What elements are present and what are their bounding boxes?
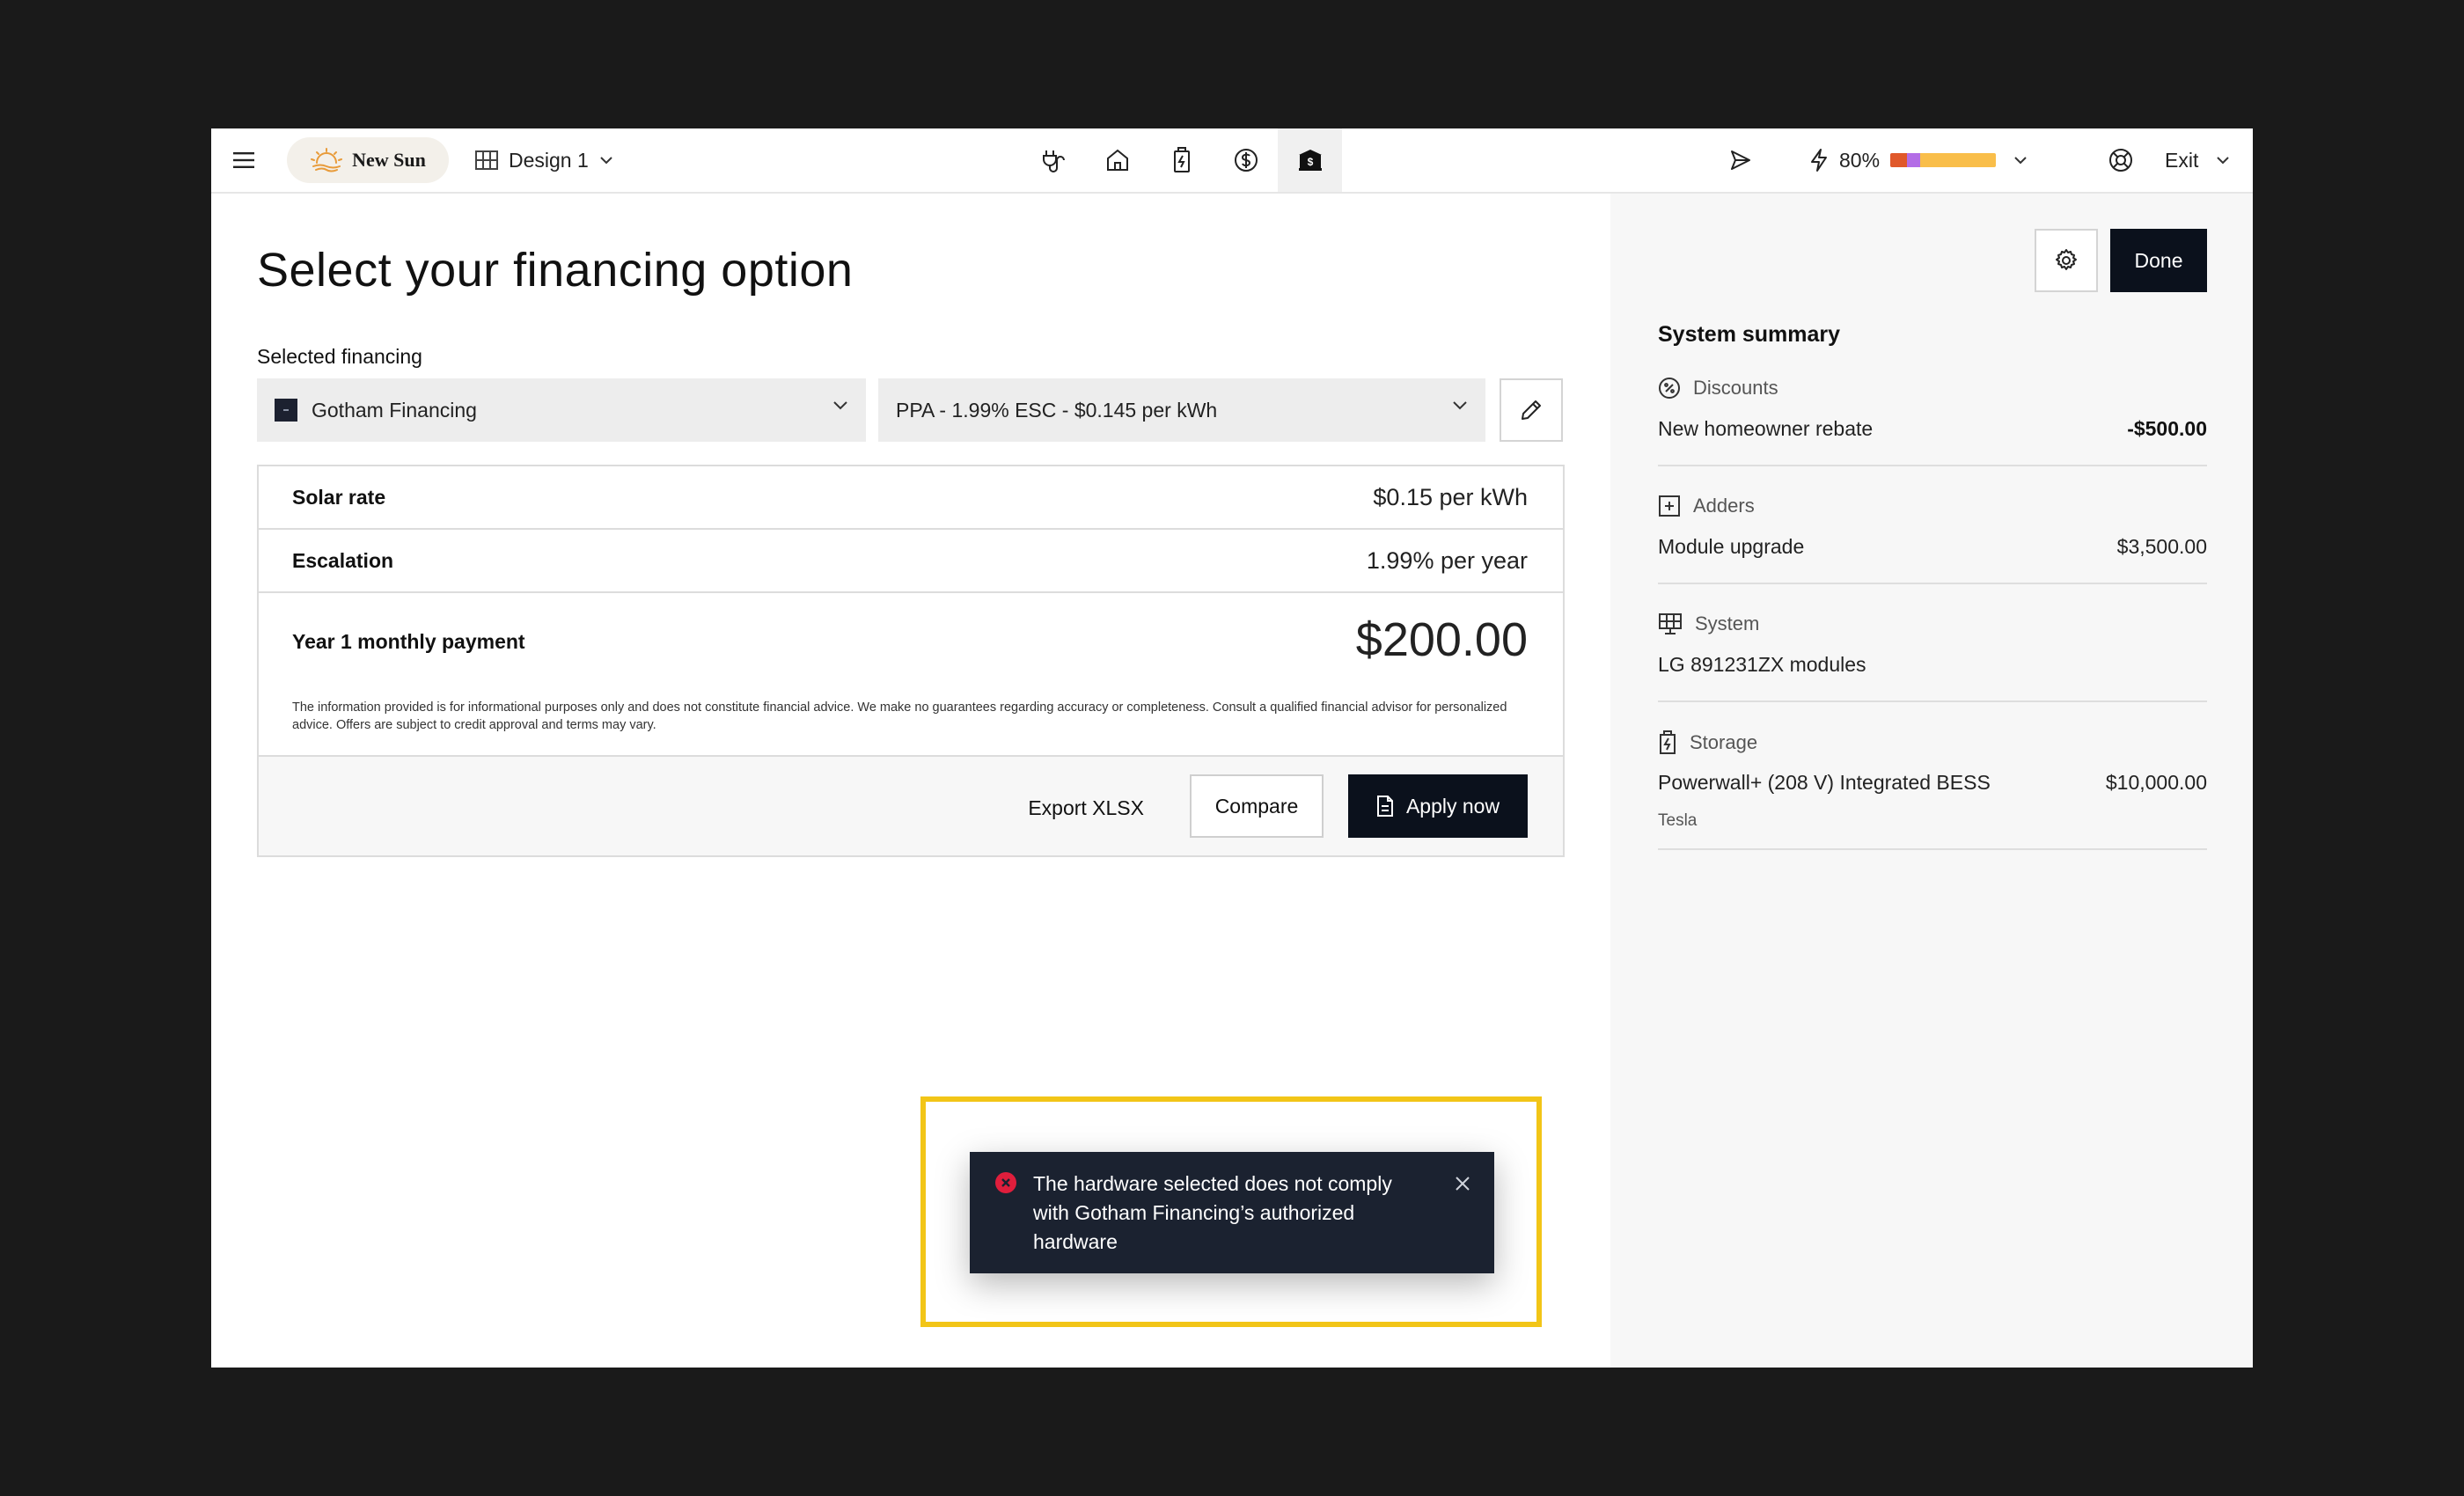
page-title: Select your financing option	[257, 244, 854, 297]
discounts-heading-label: Discounts	[1693, 377, 1778, 399]
solar-rate-value: $0.15 per kWh	[1373, 484, 1528, 510]
escalation-value: 1.99% per year	[1366, 547, 1528, 574]
payment-label: Year 1 monthly payment	[292, 630, 525, 653]
chevron-down-icon	[832, 400, 848, 410]
storage-heading: Storage	[1658, 730, 1757, 755]
storage-price: $10,000.00	[2105, 771, 2207, 794]
discount-badge-icon	[1658, 377, 1681, 400]
pencil-icon	[1519, 398, 1544, 422]
exit-label: Exit	[2165, 148, 2199, 172]
discount-item: New homeowner rebate	[1658, 417, 1874, 440]
discounts-heading: Discounts	[1658, 377, 1778, 400]
adders-heading-label: Adders	[1693, 495, 1755, 517]
settings-button[interactable]	[2035, 229, 2098, 292]
step-nav: $	[1021, 128, 1342, 192]
energy-percent: 80%	[1839, 148, 1881, 172]
adders-section: Adders Module upgrade $3,500.00	[1658, 495, 2207, 584]
system-summary-panel: Done System summary Discounts New homeow…	[1610, 194, 2253, 1368]
solar-rate-label: Solar rate	[292, 486, 386, 509]
exit-menu[interactable]: Exit	[2165, 141, 2230, 180]
card-actions: Export XLSX Compare Apply now	[259, 757, 1563, 855]
selected-financing-label: Selected financing	[257, 345, 422, 368]
escalation-row: Escalation 1.99% per year	[259, 530, 1563, 593]
document-icon	[1376, 795, 1394, 818]
dollar-coin-icon[interactable]	[1214, 128, 1278, 192]
design-label: Design 1	[509, 148, 589, 172]
toast-message: The hardware selected does not comply wi…	[1033, 1172, 1392, 1253]
bank-icon[interactable]: $	[1278, 128, 1342, 192]
plug-icon[interactable]	[1021, 128, 1085, 192]
energy-bar-segment	[1890, 153, 1908, 167]
energy-offset[interactable]: 80%	[1809, 141, 2028, 180]
solar-panel-icon	[1658, 612, 1683, 635]
close-icon[interactable]	[1454, 1175, 1471, 1192]
apply-now-label: Apply now	[1405, 794, 1500, 818]
adder-price: $3,500.00	[2116, 535, 2207, 558]
storage-brand: Tesla	[1658, 811, 1698, 830]
svg-text:$: $	[1307, 156, 1313, 168]
chevron-down-icon	[2013, 156, 2028, 165]
system-heading: System	[1658, 612, 1759, 635]
battery-icon[interactable]	[1149, 128, 1214, 192]
chevron-down-icon	[599, 156, 613, 165]
financing-details-card: Solar rate $0.15 per kWh Escalation 1.99…	[257, 465, 1565, 857]
lightning-icon	[1809, 148, 1829, 172]
plan-value: PPA - 1.99% ESC - $0.145 per kWh	[896, 398, 1218, 422]
battery-icon	[1658, 730, 1677, 755]
grid-icon	[475, 150, 498, 170]
menu-icon[interactable]	[231, 148, 259, 172]
provider-value: Gotham Financing	[312, 398, 477, 422]
compare-button[interactable]: Compare	[1190, 774, 1324, 838]
summary-title: System summary	[1658, 322, 1841, 347]
storage-item: Powerwall+ (208 V) Integrated BESS	[1658, 771, 1991, 794]
error-toast: The hardware selected does not comply wi…	[970, 1152, 1494, 1273]
chevron-down-icon	[2216, 156, 2230, 165]
escalation-label: Escalation	[292, 549, 394, 572]
system-section: System LG 891231ZX modules	[1658, 612, 2207, 702]
storage-heading-label: Storage	[1690, 731, 1758, 753]
disclaimer-text: The information provided is for informat…	[292, 700, 1507, 732]
energy-bar-segment	[1919, 153, 1997, 167]
financing-provider-select[interactable]: Gotham Financing	[257, 378, 866, 442]
app-window: New Sun Design 1 $ 80% Exit Select your …	[211, 128, 2253, 1368]
apply-now-button[interactable]: Apply now	[1348, 774, 1528, 838]
design-selector[interactable]: Design 1	[475, 141, 613, 180]
house-icon[interactable]	[1085, 128, 1149, 192]
discount-price: -$500.00	[2127, 417, 2207, 440]
error-icon	[994, 1171, 1017, 1194]
plus-square-icon	[1658, 495, 1681, 517]
discounts-section: Discounts New homeowner rebate -$500.00	[1658, 377, 2207, 466]
financing-plan-select[interactable]: PPA - 1.99% ESC - $0.145 per kWh	[878, 378, 1485, 442]
system-heading-label: System	[1695, 612, 1760, 634]
storage-section: Storage Powerwall+ (208 V) Integrated BE…	[1658, 730, 2207, 850]
top-bar: New Sun Design 1 $ 80% Exit	[211, 128, 2253, 194]
provider-logo-icon	[275, 399, 297, 422]
chevron-down-icon	[1452, 400, 1468, 410]
payment-value: $200.00	[1355, 613, 1528, 666]
send-icon[interactable]	[1725, 144, 1756, 176]
adders-heading: Adders	[1658, 495, 1755, 517]
help-lifebuoy-icon[interactable]	[2103, 143, 2138, 178]
export-xlsx-button[interactable]: Export XLSX	[1028, 776, 1144, 840]
gear-icon	[2053, 247, 2079, 274]
edit-financing-button[interactable]	[1500, 378, 1563, 442]
monthly-payment-row: Year 1 monthly payment $200.00 The infor…	[259, 593, 1563, 757]
brand-logo[interactable]: New Sun	[287, 137, 449, 183]
sun-logo-icon	[310, 147, 343, 173]
system-item: LG 891231ZX modules	[1658, 653, 1866, 676]
adder-item: Module upgrade	[1658, 535, 1805, 558]
brand-name: New Sun	[352, 149, 426, 171]
solar-rate-row: Solar rate $0.15 per kWh	[259, 466, 1563, 530]
energy-bar	[1890, 153, 1997, 167]
done-button[interactable]: Done	[2110, 229, 2207, 292]
energy-bar-segment	[1907, 153, 1920, 167]
